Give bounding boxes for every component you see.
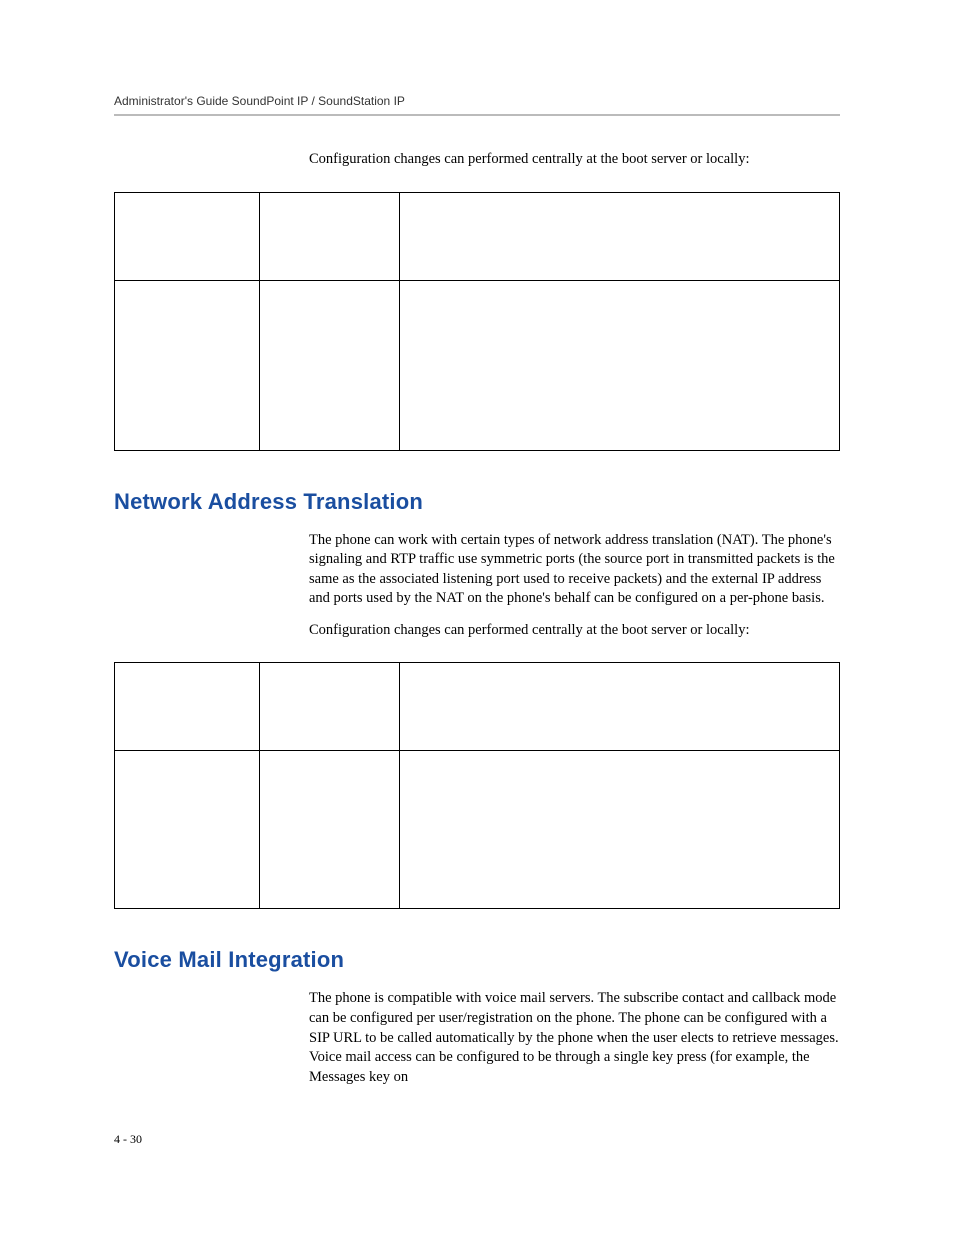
table-row xyxy=(115,663,840,751)
table-row xyxy=(115,192,840,280)
table-cell xyxy=(400,280,840,450)
config-table-2 xyxy=(114,662,840,909)
heading-voicemail: Voice Mail Integration xyxy=(114,947,840,973)
table-cell xyxy=(115,663,260,751)
table-cell xyxy=(260,280,400,450)
table-cell xyxy=(260,751,400,909)
nat-para2: Configuration changes can performed cent… xyxy=(309,621,840,641)
heading-nat: Network Address Translation xyxy=(114,489,840,515)
table-cell xyxy=(260,192,400,280)
table-cell xyxy=(400,751,840,909)
table-cell xyxy=(400,192,840,280)
table-cell xyxy=(115,280,260,450)
running-header: Administrator's Guide SoundPoint IP / So… xyxy=(114,94,840,108)
page-number: 4 - 30 xyxy=(114,1132,142,1147)
config-table-1 xyxy=(114,192,840,451)
table-row xyxy=(115,280,840,450)
table-cell xyxy=(115,192,260,280)
table-cell xyxy=(400,663,840,751)
table-row xyxy=(115,751,840,909)
header-rule xyxy=(114,114,840,116)
table-cell xyxy=(115,751,260,909)
nat-para1: The phone can work with certain types of… xyxy=(309,531,840,609)
section1-intro: Configuration changes can performed cent… xyxy=(309,150,840,170)
voicemail-para1: The phone is compatible with voice mail … xyxy=(309,989,840,1087)
table-cell xyxy=(260,663,400,751)
